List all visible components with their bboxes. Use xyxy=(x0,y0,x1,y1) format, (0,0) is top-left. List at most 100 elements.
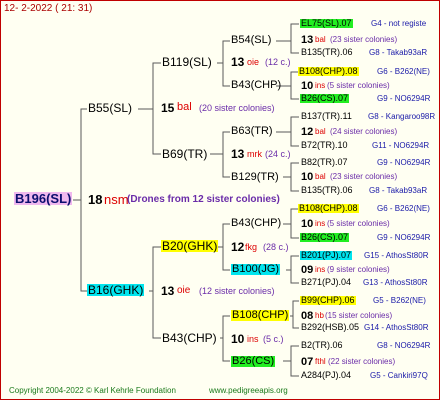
gen3-queen-id: B63(TR) xyxy=(231,125,273,137)
gen4-breeder: G11 - NO6294R xyxy=(372,141,430,150)
connector-b20-b100 xyxy=(218,246,230,271)
gen3-drone-note: (24 sister colonies) xyxy=(330,127,398,136)
gen2-drone-count: 13 xyxy=(231,55,245,69)
site-footer[interactable]: www.pedigreeapis.org xyxy=(209,387,288,395)
connector-b20-b43 xyxy=(218,223,230,248)
connector-b119-b43 xyxy=(217,62,230,87)
gen4-queen-id: B99(CHP).06 xyxy=(300,295,356,305)
gen2-drone-code: fkg xyxy=(245,242,258,252)
gen3-drone-note: (9 sister colonies) xyxy=(327,265,390,274)
gen3-drone-note: (5 sister colonies) xyxy=(327,81,390,90)
gen3-drone-code: ins xyxy=(315,265,326,274)
gen4-breeder: G8 - Takab93aR xyxy=(369,48,428,57)
gen4-breeder: G8 - Kangaroo98R xyxy=(368,112,436,121)
gen3-queen-id: B43(CHP) xyxy=(231,217,282,229)
gen3-drone-count: 09 xyxy=(301,264,314,276)
gen4-queen-id: B26(CS).07 xyxy=(300,232,350,242)
gen3-drone-code: bal xyxy=(315,35,326,44)
gen2-queen-id: B119(SL) xyxy=(162,55,212,69)
gen2-drone-note: (12 c.) xyxy=(265,57,291,67)
gen3-drone-note: (22 sister colonies) xyxy=(328,357,396,366)
gen3-drone-note: (15 sister colonies) xyxy=(325,311,393,320)
gen4-breeder: G9 - NO6294R xyxy=(377,158,431,167)
gen4-breeder: G14 - AthosSt80R xyxy=(364,323,429,332)
root-queen-id: B196(SL) xyxy=(14,191,73,206)
gen2-drone-code: ins xyxy=(247,334,259,344)
gen4-breeder: G4 - not registe xyxy=(371,19,427,28)
gen3-drone-count: 10 xyxy=(301,218,314,230)
connector-b55-b119 xyxy=(138,62,161,110)
gen4-breeder: G8 - NO6294R xyxy=(377,341,431,350)
gen3-drone-code: bal xyxy=(315,127,326,136)
gen4-breeder: G6 - B262(NE) xyxy=(377,67,430,76)
gen1-queen-id: B16(GHK) xyxy=(87,283,145,297)
gen3-drone-note: (5 sister colonies) xyxy=(327,219,390,228)
gen4-queen-id: A284(PJ).04 xyxy=(301,370,352,380)
gen1-drone-note: (20 sister colonies) xyxy=(199,103,275,113)
gen4-queen-id: B26(CS).07 xyxy=(300,93,350,103)
gen4-queen-id: B201(PJ).07 xyxy=(300,250,353,260)
connector-b16-b20 xyxy=(149,246,161,292)
gen2-queen-id: B69(TR) xyxy=(162,147,208,161)
root-drone-code: nsm xyxy=(104,192,129,207)
gen1-drone-code: bal xyxy=(177,101,192,113)
gen3-drone-code: fthl xyxy=(315,357,326,366)
gen3-drone-count: 13 xyxy=(301,34,314,46)
gen4-breeder: G5 - Cankiri97Q xyxy=(370,371,428,380)
connector-root-b16 xyxy=(73,199,87,292)
gen4-breeder: G13 - AthosSt80R xyxy=(363,278,428,287)
root-drone-count: 18 xyxy=(88,192,103,207)
gen1-queen-id: B55(SL) xyxy=(88,101,133,115)
gen2-drone-code: mrk xyxy=(247,149,262,159)
gen3-drone-count: 07 xyxy=(301,356,314,368)
gen4-queen-id: B135(TR).06 xyxy=(301,47,353,57)
gen3-drone-count: 12 xyxy=(301,126,314,138)
gen3-drone-note: (23 sister colonies) xyxy=(330,172,398,181)
connector-b16-b43 xyxy=(149,290,161,339)
gen3-queen-id: B54(SL) xyxy=(231,34,272,46)
gen2-drone-note: (28 c.) xyxy=(263,242,289,252)
gen2-drone-count: 10 xyxy=(231,332,245,346)
gen4-queen-id: B108(CHP).08 xyxy=(298,66,359,76)
gen4-queen-id: B108(CHP).08 xyxy=(298,203,359,213)
gen3-drone-note: (23 sister colonies) xyxy=(330,35,398,44)
pedigree-frame: 12- 2-2022 ( 21: 31) B196(SL) 18 nsm (Dr… xyxy=(0,0,440,400)
connector-b43-b108 xyxy=(220,315,230,339)
gen4-breeder: G6 - B262(NE) xyxy=(377,204,430,213)
gen1-drone-note: (12 sister colonies) xyxy=(199,286,275,296)
connector-b54-children xyxy=(276,23,299,54)
gen3-drone-code: ins xyxy=(315,219,326,228)
gen2-drone-note: (24 c.) xyxy=(265,149,291,159)
gen2-drone-count: 12 xyxy=(231,240,245,254)
gen3-drone-count: 08 xyxy=(301,310,314,322)
gen4-queen-id: B292(HSB).05 xyxy=(301,322,360,332)
gen4-queen-id: B82(TR).07 xyxy=(301,157,348,167)
gen4-breeder: G5 - B262(NE) xyxy=(373,296,426,305)
gen4-queen-id: B271(PJ).04 xyxy=(301,277,352,287)
gen4-breeder: G15 - AthosSt80R xyxy=(364,251,429,260)
gen3-drone-count: 10 xyxy=(301,171,314,183)
gen2-drone-note: (5 c.) xyxy=(263,334,284,344)
gen3-queen-id: B43(CHP) xyxy=(231,79,282,91)
gen2-queen-id: B20(GHK) xyxy=(161,239,219,253)
gen3-drone-count: 10 xyxy=(301,80,314,92)
root-drone-note: (Drones from 12 sister colonies) xyxy=(127,194,280,205)
gen3-queen-id: B108(CHP) xyxy=(231,309,290,321)
connector-b55-b69 xyxy=(138,108,161,155)
gen3-queen-id: B26(CS) xyxy=(231,355,276,367)
connector-b43-b26 xyxy=(220,337,230,362)
connector-b129-children xyxy=(283,162,299,192)
gen4-queen-id: B72(TR).10 xyxy=(301,140,348,150)
gen2-drone-code: oie xyxy=(247,57,260,67)
gen4-queen-id: EL75(SL).07 xyxy=(300,18,353,28)
connector-b26-children xyxy=(283,345,299,377)
gen2-drone-count: 13 xyxy=(231,147,245,161)
gen1-drone-code: oie xyxy=(177,285,191,296)
gen2-queen-id: B43(CHP) xyxy=(162,331,217,345)
gen4-queen-id: B137(TR).11 xyxy=(301,111,352,121)
gen4-breeder: G9 - NO6294R xyxy=(377,94,431,103)
connector-b119-b54 xyxy=(217,40,230,64)
connector-b69-b63 xyxy=(210,131,230,155)
gen1-drone-count: 13 xyxy=(161,284,175,298)
gen4-queen-id: B2(TR).06 xyxy=(301,340,343,350)
